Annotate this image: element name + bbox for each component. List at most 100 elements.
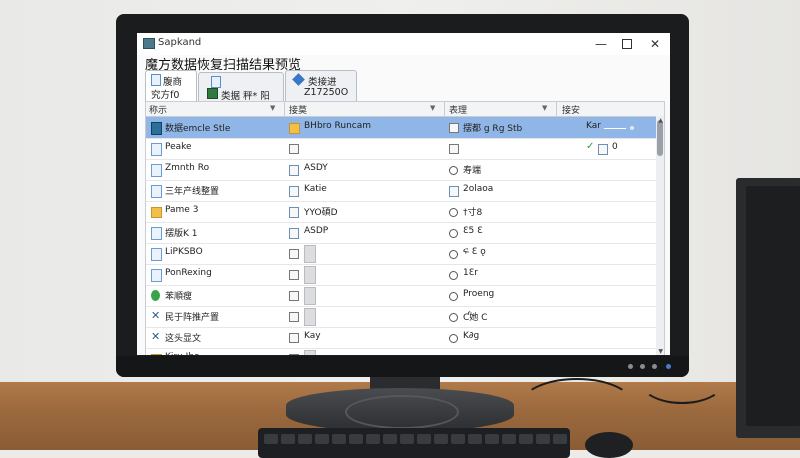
- file-name: 摆版K 1: [165, 229, 198, 239]
- column-header[interactable]: 接安: [562, 103, 580, 116]
- scrollbar-thumb[interactable]: [657, 120, 663, 156]
- file-name: 苯順瘦: [165, 292, 193, 302]
- monitor-chin: [116, 356, 689, 377]
- keyboard-key[interactable]: [366, 434, 380, 444]
- progress-line-icon: [604, 128, 626, 129]
- tab-scan[interactable]: 类接进 Z17250O: [285, 70, 357, 102]
- tab-data[interactable]: 类据 秤* 阳: [198, 72, 284, 102]
- table-row[interactable]: 三年产线整置 Katie 2olaoa: [146, 180, 656, 202]
- power-button[interactable]: [666, 364, 671, 369]
- column-divider: [444, 102, 445, 116]
- recovery-count: 0: [612, 142, 618, 152]
- document-icon: [151, 74, 161, 86]
- keyboard-key[interactable]: [315, 434, 329, 444]
- keyboard-key[interactable]: [332, 434, 346, 444]
- sort-arrow-icon[interactable]: ▼: [430, 104, 435, 112]
- speaker-grille: [746, 186, 800, 426]
- table-row[interactable]: LiPKSBO ፍ Ɛ ǫ: [146, 243, 656, 265]
- upload-icon: [289, 165, 299, 176]
- keyboard-key[interactable]: [485, 434, 499, 444]
- table-row[interactable]: 苯順瘦 Proeng: [146, 285, 656, 307]
- recovery-state: Kar: [586, 121, 601, 131]
- file-type: ASDY: [304, 163, 328, 173]
- column-divider: [556, 102, 557, 116]
- table-row[interactable]: Peake ✓ 0: [146, 138, 656, 160]
- monitor-button[interactable]: [652, 364, 657, 369]
- file-type: ASDP: [304, 226, 329, 236]
- file-name: LiPKSBO: [165, 247, 203, 257]
- keyboard-key[interactable]: [298, 434, 312, 444]
- grid-icon: [151, 122, 162, 135]
- table-row[interactable]: 数据emcle Stle BHbro Runcam 摆都 g Rg Stb Kar: [146, 117, 656, 139]
- maximize-button[interactable]: [615, 35, 639, 53]
- leaf-icon: [151, 290, 160, 301]
- sort-arrow-icon[interactable]: ▼: [270, 104, 275, 112]
- keyboard-key[interactable]: [451, 434, 465, 444]
- cross-icon: ✕: [151, 309, 161, 322]
- sort-arrow-icon[interactable]: ▼: [542, 104, 547, 112]
- table-row[interactable]: PonRexing 1Ɛr: [146, 264, 656, 286]
- diamond-icon: [292, 73, 305, 86]
- keyboard-key[interactable]: [417, 434, 431, 444]
- keyboard-key[interactable]: [383, 434, 397, 444]
- tab-label: 类据 秤* 阳: [221, 91, 270, 102]
- scroll-down-arrow-icon[interactable]: ▼: [658, 348, 663, 355]
- table-row[interactable]: Zmnth Ro ASDY 寿端: [146, 159, 656, 181]
- mouse[interactable]: [585, 432, 633, 458]
- table-row[interactable]: ✕ 民于阵推产置 Ƈ她 C: [146, 306, 656, 328]
- close-button[interactable]: ✕: [643, 35, 667, 53]
- settings-icon: [449, 250, 458, 259]
- keyboard-key[interactable]: [536, 434, 550, 444]
- folder-icon: [289, 123, 300, 134]
- settings-icon: [449, 334, 458, 343]
- box-icon: [449, 123, 459, 133]
- scroll-up-arrow-icon[interactable]: ▲: [658, 117, 663, 124]
- document-icon: [151, 185, 162, 198]
- document-icon: [151, 248, 162, 261]
- file-status: †寸8: [463, 208, 483, 218]
- column-header[interactable]: 接莫: [289, 103, 307, 116]
- settings-icon: [449, 229, 458, 238]
- keyboard-key[interactable]: [281, 434, 295, 444]
- file-name: Pame 3: [165, 205, 199, 215]
- file-status: Proeng: [463, 289, 495, 299]
- file-type: Kay: [304, 331, 321, 341]
- file-status: 摆都 g Rg Stb: [463, 124, 523, 134]
- app-window: Sapkand — ✕ 魔方数据恢复扫描结果预览 腹商 究方f0 类据 秤* 阳…: [137, 33, 670, 355]
- folder-icon: [151, 354, 162, 355]
- keyboard-key[interactable]: [400, 434, 414, 444]
- file-name: Zmnth Ro: [165, 163, 210, 173]
- table-row[interactable]: 摆版K 1 ASDP Ɛ5 Ɛ: [146, 222, 656, 244]
- keyboard-key[interactable]: [264, 434, 278, 444]
- keyboard-key[interactable]: [434, 434, 448, 444]
- file-type: YYO碩D: [304, 208, 338, 218]
- file-status: ፍ Ɛ ǫ: [463, 247, 486, 257]
- keyboard-key[interactable]: [502, 434, 516, 444]
- monitor-button[interactable]: [628, 364, 633, 369]
- document-icon: [151, 143, 162, 156]
- file-name: 民于阵推产置: [165, 313, 220, 323]
- minimize-button[interactable]: —: [589, 35, 613, 53]
- column-header[interactable]: 称示: [149, 103, 167, 116]
- file-status: 2olaoa: [463, 184, 494, 194]
- table-row[interactable]: ✕ 这头显文 Kay K∂g: [146, 327, 656, 349]
- column-header[interactable]: 表理: [449, 103, 467, 116]
- folder-icon: [151, 207, 162, 218]
- monitor-button[interactable]: [640, 364, 645, 369]
- table-row[interactable]: Pame 3 YYO碩D †寸8: [146, 201, 656, 223]
- file-type: Katie: [304, 184, 327, 194]
- keyboard-key[interactable]: [349, 434, 363, 444]
- doc-icon: [598, 144, 608, 155]
- tab-summary[interactable]: 腹商 究方f0: [145, 70, 197, 102]
- image-icon: [289, 186, 299, 197]
- keyboard-key[interactable]: [553, 434, 567, 444]
- keyboard-key[interactable]: [468, 434, 482, 444]
- document-icon: [211, 76, 221, 88]
- document-icon: [151, 269, 162, 282]
- keyboard-key[interactable]: [519, 434, 533, 444]
- document-icon: [151, 164, 162, 177]
- table-row[interactable]: Kiru Ibo: [146, 348, 656, 355]
- box-icon: [289, 354, 299, 355]
- checkbox-icon: [289, 144, 299, 154]
- box-icon: [289, 312, 299, 322]
